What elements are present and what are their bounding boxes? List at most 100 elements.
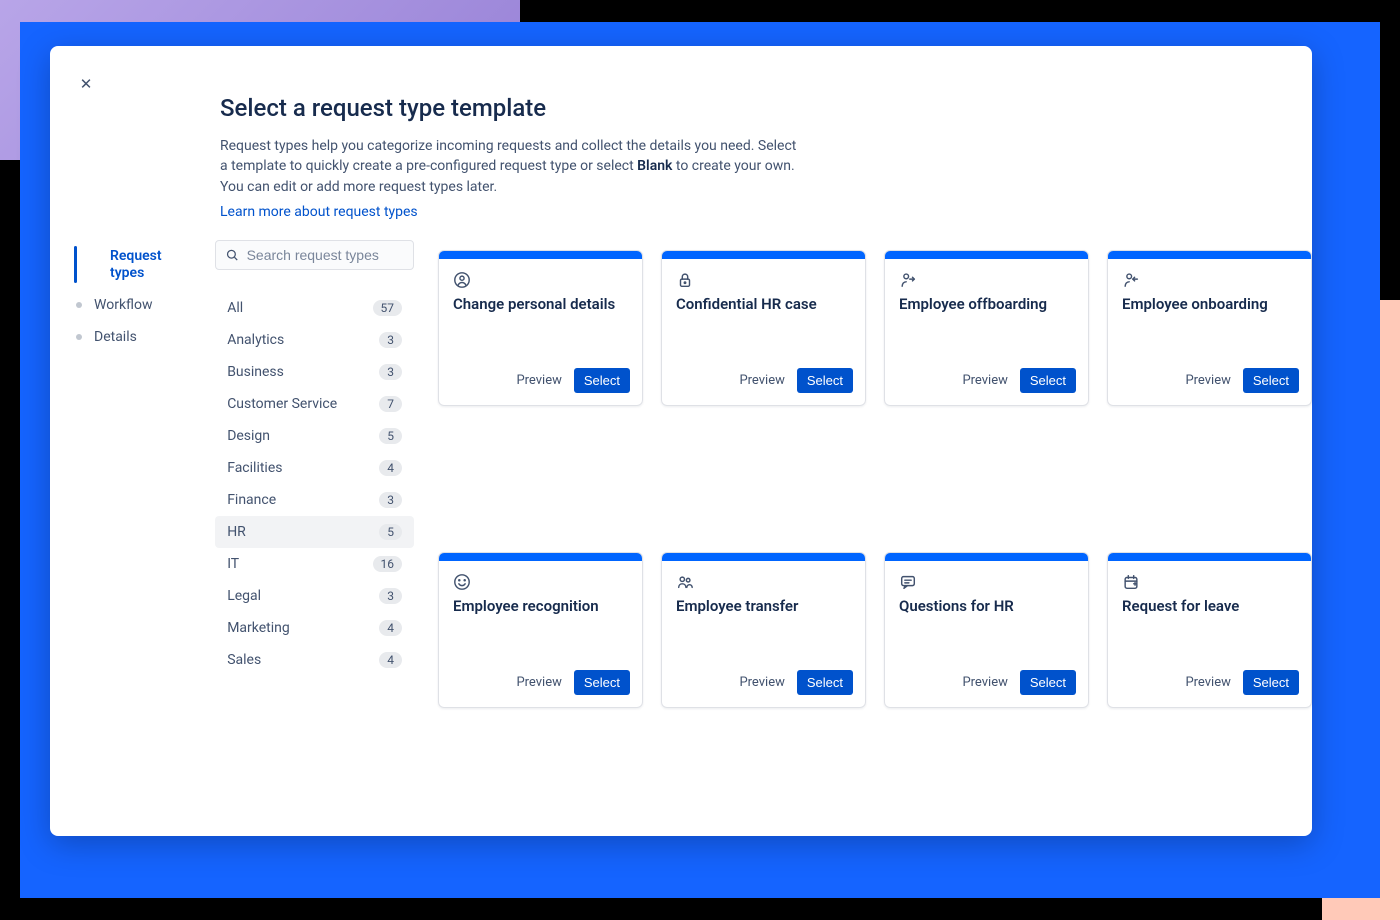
category-item-it[interactable]: IT16 [215,548,414,580]
category-item-hr[interactable]: HR 5 [215,516,414,548]
category-count-badge: 7 [379,396,402,412]
select-button[interactable]: Select [574,368,630,393]
card-title: Request for leave [1122,597,1297,616]
category-item-business[interactable]: Business 3 [215,356,414,388]
nav-step-label: Details [94,329,137,345]
card-actions: Preview Select [1108,670,1311,707]
category-count-badge: 3 [379,588,402,604]
category-label: Sales [227,652,261,668]
preview-button[interactable]: Preview [962,373,1007,388]
card-body: Employee onboarding [1108,259,1311,368]
category-count-badge: 4 [379,460,402,476]
select-button[interactable]: Select [797,368,853,393]
modal-header: Select a request type template Request t… [50,46,840,220]
card-actions: Preview Select [885,368,1088,405]
close-icon: ✕ [80,75,93,93]
category-item-legal[interactable]: Legal3 [215,580,414,612]
card-body: Change personal details [439,259,642,368]
select-button[interactable]: Select [1243,670,1299,695]
template-card-request-for-leave: Request for leave Preview Select [1107,552,1312,708]
category-label: Design [227,428,270,444]
template-card-employee-recognition: Employee recognition Preview Select [438,552,643,708]
template-card-employee-offboarding: Employee offboarding Preview Select [884,250,1089,406]
select-button[interactable]: Select [797,670,853,695]
category-count-badge: 5 [379,428,402,444]
category-item-all[interactable]: All57 [215,292,414,324]
preview-button[interactable]: Preview [1185,675,1230,690]
template-card-employee-onboarding: Employee onboarding Preview Select [1107,250,1312,406]
modal-body: Request types Workflow Details All57Anal… [50,220,1312,836]
select-button[interactable]: Select [1020,368,1076,393]
select-button[interactable]: Select [1020,670,1076,695]
smile-icon [453,573,471,591]
card-actions: Preview Select [439,670,642,707]
nav-step-details[interactable]: Details [74,321,207,353]
category-item-facilities[interactable]: Facilities4 [215,452,414,484]
close-button[interactable]: ✕ [76,74,96,94]
category-item-finance[interactable]: Finance 3 [215,484,414,516]
card-accent-bar [885,251,1088,259]
category-count-badge: 3 [379,332,402,348]
card-body: Employee transfer [662,561,865,670]
card-title: Confidential HR case [676,295,851,314]
category-count-badge: 4 [379,620,402,636]
category-item-customer-service[interactable]: Customer Service 7 [215,388,414,420]
category-item-analytics[interactable]: Analytics 3 [215,324,414,356]
search-box[interactable] [215,240,414,270]
category-label: Business [227,364,284,380]
select-button[interactable]: Select [574,670,630,695]
nav-step-request-types[interactable]: Request types [74,240,207,290]
category-item-design[interactable]: Design 5 [215,420,414,452]
card-accent-bar [885,553,1088,561]
category-label: IT [227,556,239,572]
card-actions: Preview Select [885,670,1088,707]
card-title: Employee recognition [453,597,628,616]
category-panel: All57 Analytics 3 Business 3 Customer Service… [215,240,438,836]
category-item-marketing[interactable]: Marketing4 [215,612,414,644]
category-label: HR [227,524,246,540]
search-icon [226,248,238,262]
category-count-badge: 4 [379,652,402,668]
template-card-employee-transfer: Employee transfer Preview Select [661,552,866,708]
preview-button[interactable]: Preview [516,373,561,388]
template-card-confidential-hr-case: Confidential HR case Preview Select [661,250,866,406]
people-icon [676,573,694,591]
preview-button[interactable]: Preview [516,675,561,690]
category-label: Customer Service [227,396,337,412]
preview-button[interactable]: Preview [1185,373,1230,388]
preview-button[interactable]: Preview [739,373,784,388]
nav-step-workflow[interactable]: Workflow [74,289,207,321]
card-title: Change personal details [453,295,628,314]
nav-bullet-icon [76,262,82,268]
preview-button[interactable]: Preview [739,675,784,690]
template-card-grid: Change personal detailsPreviewSelectConf… [438,240,1312,836]
category-count-badge: 3 [379,364,402,380]
card-title: Employee offboarding [899,295,1074,314]
preview-button[interactable]: Preview [962,675,1007,690]
search-input[interactable] [247,247,403,263]
category-count-badge: 5 [379,524,402,540]
person-circle-icon [453,271,471,289]
card-title: Employee onboarding [1122,295,1297,314]
card-body: Questions for HR [885,561,1088,670]
card-body: Employee offboarding [885,259,1088,368]
select-button[interactable]: Select [1243,368,1299,393]
modal-dialog: ✕ Select a request type template Request… [50,46,1312,836]
card-body: Confidential HR case [662,259,865,368]
category-label: Analytics [227,332,284,348]
category-count-badge: 3 [379,492,402,508]
card-actions: Preview Select [1108,368,1311,405]
nav-bullet-icon [76,334,82,340]
chat-icon [899,573,917,591]
category-count-badge: 57 [373,300,403,316]
page-subtitle: Request types help you categorize incomi… [220,136,800,197]
template-card-change-personal-details: Change personal details Preview Select [438,250,643,406]
learn-more-link[interactable]: Learn more about request types [220,204,418,220]
subtitle-bold: Blank [637,158,672,174]
card-body: Employee recognition [439,561,642,670]
card-accent-bar [1108,251,1311,259]
category-item-sales[interactable]: Sales 4 [215,644,414,676]
card-accent-bar [662,251,865,259]
category-label: Finance [227,492,276,508]
card-title: Questions for HR [899,597,1074,616]
